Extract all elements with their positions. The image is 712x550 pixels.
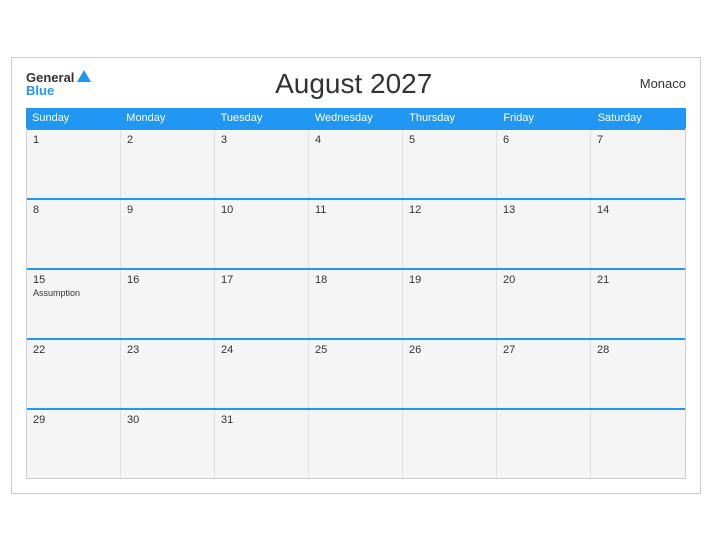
day-cell-w5-d7 xyxy=(591,410,685,478)
header-tuesday: Tuesday xyxy=(215,108,309,128)
day-number: 17 xyxy=(221,274,302,286)
day-cell-w3-d5: 19 xyxy=(403,270,497,338)
day-number: 31 xyxy=(221,414,302,426)
day-cell-w5-d1: 29 xyxy=(27,410,121,478)
day-number: 14 xyxy=(597,204,679,216)
logo-triangle-icon xyxy=(77,70,91,82)
day-cell-w3-d6: 20 xyxy=(497,270,591,338)
holiday-name: Assumption xyxy=(33,288,114,298)
day-number: 20 xyxy=(503,274,584,286)
week-row-3: 15 Assumption 16 17 18 19 20 21 xyxy=(27,268,685,338)
logo-blue: Blue xyxy=(26,84,54,97)
day-cell-w4-d5: 26 xyxy=(403,340,497,408)
day-cell-w1-d5: 5 xyxy=(403,130,497,198)
day-number: 9 xyxy=(127,204,208,216)
day-cell-w4-d6: 27 xyxy=(497,340,591,408)
calendar: General Blue August 2027 Monaco Sunday M… xyxy=(11,57,701,494)
day-cell-w3-d3: 17 xyxy=(215,270,309,338)
day-number: 4 xyxy=(315,134,396,146)
day-number: 11 xyxy=(315,204,396,216)
calendar-grid: 123456789101112131415Assumption161718192… xyxy=(26,128,686,479)
header-saturday: Saturday xyxy=(592,108,686,128)
day-number: 12 xyxy=(409,204,490,216)
day-cell-w1-d3: 3 xyxy=(215,130,309,198)
day-number: 3 xyxy=(221,134,302,146)
header-monday: Monday xyxy=(120,108,214,128)
day-number: 23 xyxy=(127,344,208,356)
country-label: Monaco xyxy=(616,76,686,91)
header-sunday: Sunday xyxy=(26,108,120,128)
day-number: 30 xyxy=(127,414,208,426)
calendar-header: General Blue August 2027 Monaco xyxy=(26,68,686,100)
day-cell-w4-d2: 23 xyxy=(121,340,215,408)
day-number: 6 xyxy=(503,134,584,146)
day-cell-w3-d2: 16 xyxy=(121,270,215,338)
header-thursday: Thursday xyxy=(403,108,497,128)
day-cell-w1-d2: 2 xyxy=(121,130,215,198)
day-number: 15 xyxy=(33,274,114,286)
week-row-1: 1 2 3 4 5 6 7 xyxy=(27,128,685,198)
day-cell-w4-d3: 24 xyxy=(215,340,309,408)
day-number: 18 xyxy=(315,274,396,286)
day-cell-w1-d4: 4 xyxy=(309,130,403,198)
day-number: 25 xyxy=(315,344,396,356)
day-cell-w2-d2: 9 xyxy=(121,200,215,268)
day-cell-w2-d5: 12 xyxy=(403,200,497,268)
day-cell-w5-d6 xyxy=(497,410,591,478)
day-cell-w2-d4: 11 xyxy=(309,200,403,268)
day-number: 1 xyxy=(33,134,114,146)
logo-general: General xyxy=(26,71,74,84)
header-wednesday: Wednesday xyxy=(309,108,403,128)
week-row-2: 8 9 10 11 12 13 14 xyxy=(27,198,685,268)
day-cell-w2-d7: 14 xyxy=(591,200,685,268)
day-number: 27 xyxy=(503,344,584,356)
week-row-5: 29 30 31 xyxy=(27,408,685,478)
day-cell-w4-d1: 22 xyxy=(27,340,121,408)
day-cell-w5-d3: 31 xyxy=(215,410,309,478)
day-cell-w4-d7: 28 xyxy=(591,340,685,408)
day-cell-w5-d5 xyxy=(403,410,497,478)
logo: General Blue xyxy=(26,70,91,97)
day-number: 22 xyxy=(33,344,114,356)
day-cell-w5-d2: 30 xyxy=(121,410,215,478)
day-number: 13 xyxy=(503,204,584,216)
day-number: 16 xyxy=(127,274,208,286)
day-cell-w3-d4: 18 xyxy=(309,270,403,338)
day-cell-w4-d4: 25 xyxy=(309,340,403,408)
day-cell-w1-d6: 6 xyxy=(497,130,591,198)
day-number: 28 xyxy=(597,344,679,356)
week-row-4: 22 23 24 25 26 27 28 xyxy=(27,338,685,408)
day-cell-w3-d1: 15 Assumption xyxy=(27,270,121,338)
header-friday: Friday xyxy=(497,108,591,128)
day-number: 26 xyxy=(409,344,490,356)
day-cell-w2-d6: 13 xyxy=(497,200,591,268)
day-number: 24 xyxy=(221,344,302,356)
day-cell-w2-d1: 8 xyxy=(27,200,121,268)
day-cell-w3-d7: 21 xyxy=(591,270,685,338)
day-number: 29 xyxy=(33,414,114,426)
calendar-title: August 2027 xyxy=(91,68,616,100)
day-cell-w5-d4 xyxy=(309,410,403,478)
day-number: 2 xyxy=(127,134,208,146)
day-number: 8 xyxy=(33,204,114,216)
day-cell-w1-d7: 7 xyxy=(591,130,685,198)
day-number: 21 xyxy=(597,274,679,286)
day-headers: Sunday Monday Tuesday Wednesday Thursday… xyxy=(26,108,686,128)
day-number: 10 xyxy=(221,204,302,216)
day-cell-w1-d1: 1 xyxy=(27,130,121,198)
day-cell-w2-d3: 10 xyxy=(215,200,309,268)
day-number: 5 xyxy=(409,134,490,146)
day-number: 7 xyxy=(597,134,679,146)
day-number: 19 xyxy=(409,274,490,286)
